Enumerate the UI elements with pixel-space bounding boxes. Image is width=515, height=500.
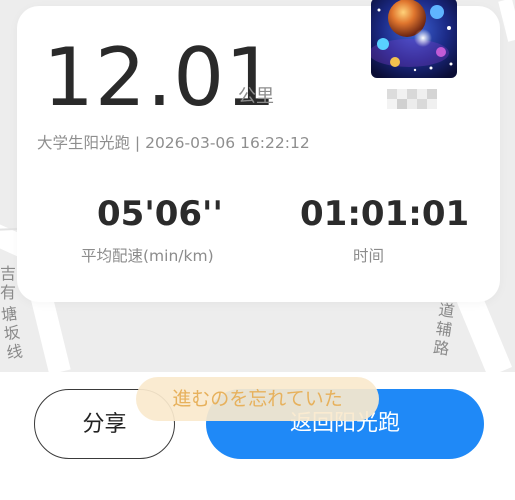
blurred-username [387,89,439,111]
galaxy-avatar-icon[interactable] [371,0,457,78]
time-value: 01:01:01 [300,194,470,234]
pace-label: 平均配速(min/km) [81,247,214,265]
time-label: 时间 [353,247,385,265]
distance-value: 12.01 [43,31,278,124]
toast-message: 進むのを忘れていた [136,377,379,421]
run-result-card: 12.01 公里 大学生阳光跑 | 2026-03-06 16:22:12 05… [17,0,500,302]
run-subtitle: 大学生阳光跑 | 2026-03-06 16:22:12 [37,134,310,152]
distance-unit: 公里 [238,86,274,107]
pace-value: 05'06'' [97,194,223,234]
